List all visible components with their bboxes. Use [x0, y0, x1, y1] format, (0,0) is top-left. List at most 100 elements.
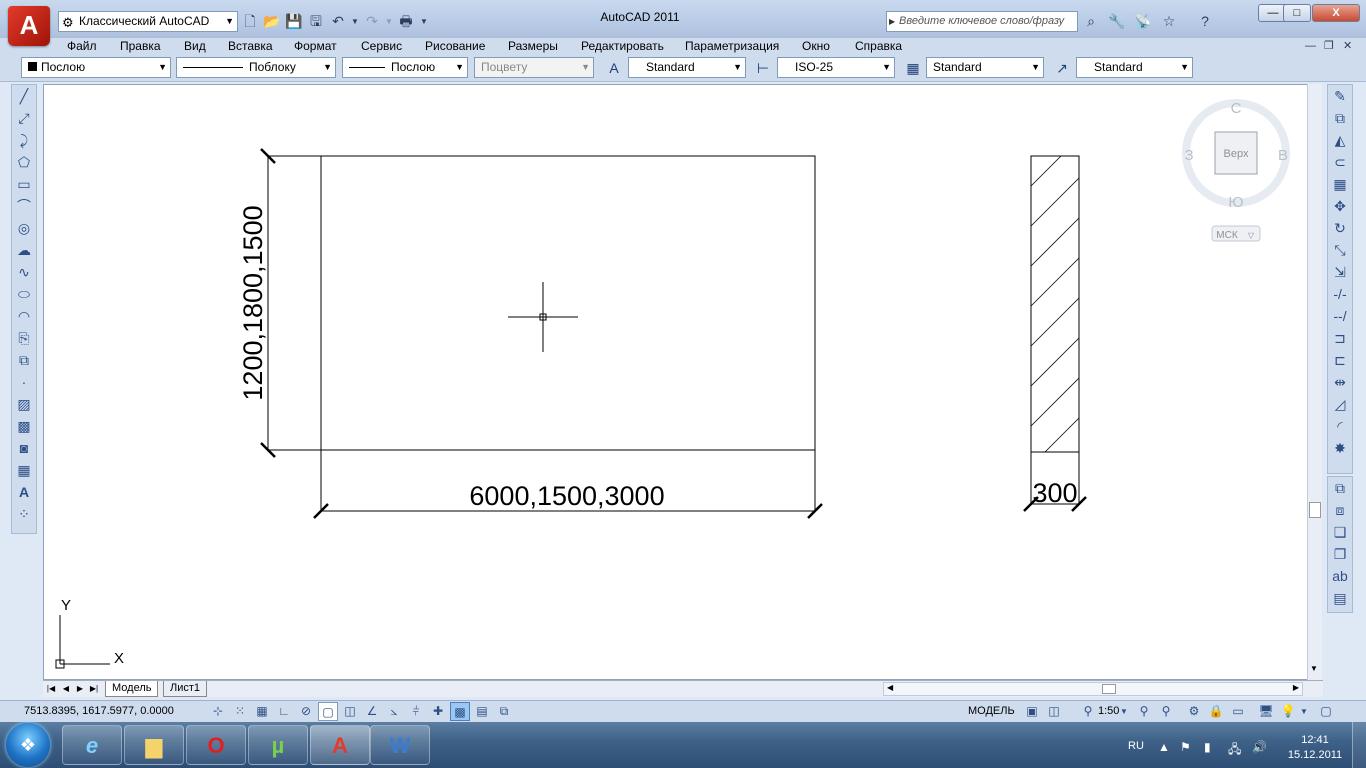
infer-constraints-icon[interactable]: ⊹ [208, 702, 228, 721]
object-snap-tracking-icon[interactable]: ∠ [362, 702, 382, 721]
save-icon[interactable]: 💾 [284, 11, 304, 32]
start-button[interactable]: ❖ [6, 723, 50, 767]
scroll-left-arrow-icon[interactable]: ◀ [887, 683, 893, 692]
send-to-back-icon[interactable]: ⧈ [1328, 499, 1352, 521]
multileader-style-icon[interactable]: ↗ [1051, 57, 1073, 79]
scroll-right-arrow-icon[interactable]: ▶ [1293, 683, 1299, 692]
menu-help[interactable]: Справка [855, 38, 902, 55]
circle-icon[interactable]: ◎ [12, 217, 36, 239]
viewcube[interactable]: Верх С Ю З В МСК ▽ [1182, 99, 1290, 242]
tab-layout1[interactable]: Лист1 [163, 681, 208, 697]
drawing-canvas[interactable]: 1200,1800,1500 6000,1500,3000 300 X Y Ве… [43, 84, 1308, 680]
menu-insert[interactable]: Вставка [228, 38, 273, 55]
lock-ui-icon[interactable]: 🔒 [1206, 702, 1226, 721]
close-button[interactable]: X [1312, 4, 1360, 22]
add-selected-icon[interactable]: ⁘ [12, 503, 36, 525]
extend-icon[interactable]: --/ [1328, 305, 1352, 327]
save-as-icon[interactable]: 🖫 [306, 11, 326, 32]
gradient-icon[interactable]: ▩ [12, 415, 36, 437]
application-menu-button[interactable]: A [8, 6, 50, 46]
dim-text-width[interactable]: 6000,1500,3000 [469, 481, 664, 511]
network-icon[interactable]: 🖧 [1228, 740, 1241, 761]
insert-block-icon[interactable]: ⎘ [12, 327, 36, 349]
customize-qat-icon[interactable]: ▼ [418, 11, 430, 32]
last-tab-arrow-icon[interactable]: ▶| [88, 682, 100, 696]
viewcube-north[interactable]: С [1231, 100, 1242, 117]
menu-window[interactable]: Окно [802, 38, 830, 55]
arc-icon[interactable]: ⌒ [12, 195, 36, 217]
rotate-icon[interactable]: ↻ [1328, 217, 1352, 239]
binoculars-search-icon[interactable]: ⌕ [1080, 11, 1102, 32]
construction-line-icon[interactable]: ⤢ [12, 107, 36, 129]
redo-dropdown-icon[interactable]: ▼ [384, 11, 394, 32]
join-icon[interactable]: ⇹ [1328, 371, 1352, 393]
dynamic-ucs-icon[interactable]: ⦣ [384, 702, 404, 721]
mirror-icon[interactable]: ◭ [1328, 129, 1352, 151]
menu-file[interactable]: Файл [67, 38, 97, 55]
help-icon[interactable]: ? [1194, 11, 1216, 32]
polygon-icon[interactable]: ⬠ [12, 151, 36, 173]
language-indicator[interactable]: RU [1128, 740, 1144, 752]
multileader-style-select[interactable]: Standard ▼ [1076, 57, 1193, 78]
polyline-icon[interactable]: ⤸ [12, 129, 36, 151]
linetype-select[interactable]: Поблоку ▼ [176, 57, 336, 78]
ellipse-arc-icon[interactable]: ◠ [12, 305, 36, 327]
copy-icon[interactable]: ⧉ [1328, 107, 1352, 129]
chamfer-icon[interactable]: ◿ [1328, 393, 1352, 415]
show-desktop-button[interactable] [1352, 722, 1366, 768]
vertical-scrollbar[interactable]: ▼ [1307, 84, 1322, 680]
horizontal-scrollbar[interactable]: ◀ ▶ [883, 682, 1303, 696]
taskbar-explorer[interactable]: ▆ [124, 725, 184, 765]
point-icon[interactable]: · [12, 371, 36, 393]
quick-view-drawings-icon[interactable]: ◫ [1044, 702, 1064, 721]
drawing-close-button[interactable]: ✕ [1343, 38, 1352, 55]
action-center-flag-icon[interactable]: ⚑ [1180, 740, 1191, 754]
fillet-icon[interactable]: ◜ [1328, 415, 1352, 437]
selection-cycling-icon[interactable]: ⧉ [494, 702, 514, 721]
plotstyle-select[interactable]: Поцвету ▼ [474, 57, 594, 78]
viewcube-south[interactable]: Ю [1228, 194, 1243, 211]
menu-dimension[interactable]: Размеры [508, 38, 558, 55]
communication-center-icon[interactable]: 📡 [1132, 11, 1154, 32]
break-at-point-icon[interactable]: ⊐ [1328, 327, 1352, 349]
hatch-icon[interactable]: ▨ [12, 393, 36, 415]
model-space-toggle[interactable]: МОДЕЛЬ [968, 705, 1015, 717]
subscription-wrench-icon[interactable]: 🔧 [1106, 11, 1128, 32]
table-style-icon[interactable]: ▦ [902, 57, 924, 79]
menu-tools[interactable]: Сервис [361, 38, 402, 55]
main-rectangle[interactable] [320, 155, 816, 451]
erase-icon[interactable]: ✎ [1328, 85, 1352, 107]
grid-display-icon[interactable]: ▦ [252, 702, 272, 721]
workspace-select[interactable]: ⚙ Классический AutoCAD ▼ [58, 11, 238, 32]
explode-icon[interactable]: ✸ [1328, 437, 1352, 459]
make-block-icon[interactable]: ⧉ [12, 349, 36, 371]
revision-cloud-icon[interactable]: ☁ [12, 239, 36, 261]
status-menu-arrow-icon[interactable]: ▼ [1298, 702, 1310, 721]
ortho-mode-icon[interactable]: ∟ [274, 702, 294, 721]
text-style-icon[interactable]: A [603, 57, 625, 79]
annotation-visibility-icon[interactable]: ⚲ [1134, 702, 1154, 721]
3d-object-snap-icon[interactable]: ◫ [340, 702, 360, 721]
new-file-icon[interactable]: 🗋 [240, 11, 260, 32]
table-style-select[interactable]: Standard ▼ [926, 57, 1044, 78]
vertical-scrollbar-thumb[interactable] [1309, 502, 1321, 518]
search-input[interactable]: Введите ключевое слово/фразу [886, 11, 1078, 32]
send-under-icon[interactable]: ❐ [1328, 543, 1352, 565]
text-to-front-icon[interactable]: ab [1328, 565, 1352, 587]
drawing-minimize-button[interactable]: — [1305, 38, 1316, 55]
quick-properties-icon[interactable]: ▤ [472, 702, 492, 721]
next-tab-arrow-icon[interactable]: ▶ [74, 682, 86, 696]
transparency-icon[interactable]: ▩ [450, 702, 470, 721]
lineweight-toggle-icon[interactable]: ✚ [428, 702, 448, 721]
object-snap-icon[interactable]: ▢ [318, 702, 338, 721]
prev-tab-arrow-icon[interactable]: ◀ [60, 682, 72, 696]
taskbar-internet-explorer[interactable]: e [62, 725, 122, 765]
maximize-button[interactable]: □ [1283, 4, 1311, 22]
taskbar-word[interactable]: W [370, 725, 430, 765]
menu-parametric[interactable]: Параметризация [685, 38, 779, 55]
redo-icon[interactable]: ↷ [362, 11, 382, 32]
trim-icon[interactable]: -/- [1328, 283, 1352, 305]
spline-icon[interactable]: ∿ [12, 261, 36, 283]
menu-draw[interactable]: Рисование [425, 38, 485, 55]
array-icon[interactable]: ▦ [1328, 173, 1352, 195]
